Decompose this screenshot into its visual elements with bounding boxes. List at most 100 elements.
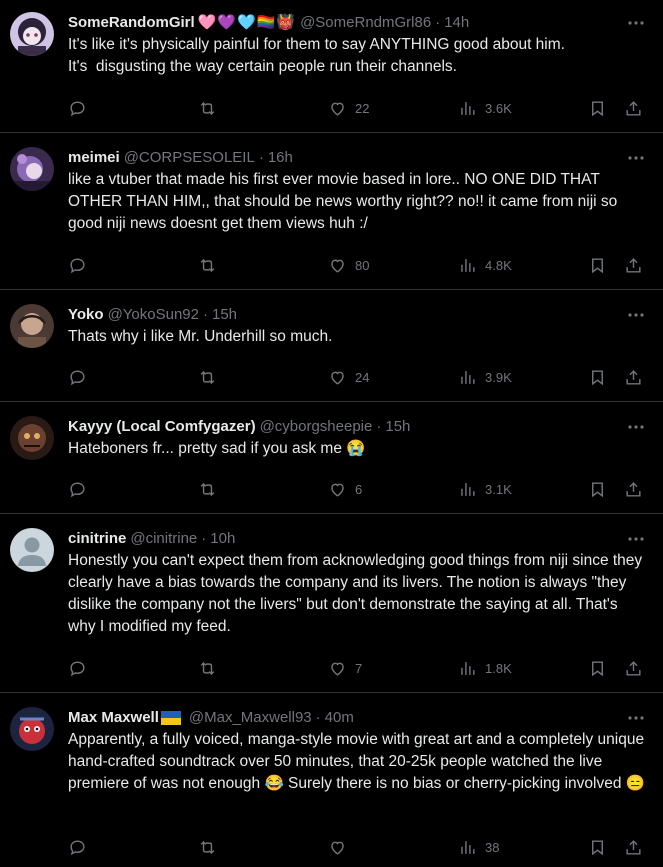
views-count: 3.6K	[485, 100, 512, 116]
retweet-button[interactable]	[198, 253, 225, 277]
like-button[interactable]: 24	[328, 365, 369, 389]
bookmark-icon	[592, 839, 603, 855]
more-icon[interactable]	[625, 708, 647, 728]
user-handle[interactable]: @cyborgsheepie	[260, 417, 373, 437]
like-button[interactable]: 80	[328, 253, 369, 277]
tweet-text: like a vtuber that made his first ever m…	[68, 171, 622, 232]
heart-icon	[331, 483, 344, 497]
action-bar: 22 3.6K	[68, 96, 647, 120]
reply-button[interactable]	[68, 656, 95, 680]
bookmark-icon	[592, 481, 603, 497]
share-button[interactable]	[624, 656, 643, 680]
retweet-icon	[200, 101, 215, 115]
views-count: 3.9K	[485, 369, 512, 385]
share-icon	[626, 257, 641, 273]
user-handle[interactable]: @SomeRndmGrl86	[300, 13, 431, 33]
display-name[interactable]: Max Maxwell	[68, 708, 159, 728]
views-button[interactable]: 1.8K	[458, 656, 512, 680]
timestamp[interactable]: 15h	[385, 417, 410, 437]
bookmark-button[interactable]	[588, 365, 607, 389]
tweet-text: Thats why i like Mr. Underhill so much.	[68, 328, 333, 345]
avatar[interactable]	[10, 147, 54, 191]
share-button[interactable]	[624, 96, 643, 120]
display-name[interactable]: SomeRandomGirl	[68, 13, 195, 33]
tweet-header: cinitrine @cinitrine · 10h	[68, 529, 647, 549]
reply-icon	[70, 660, 85, 676]
heart-icon	[331, 259, 344, 273]
heart-icon	[331, 841, 344, 855]
separator-dot: ·	[258, 149, 264, 166]
action-bar: 6 3.1K	[68, 477, 647, 501]
more-icon[interactable]	[625, 148, 647, 168]
bookmark-button[interactable]	[588, 253, 607, 277]
heart-icon	[331, 102, 344, 116]
reply-button[interactable]	[68, 835, 95, 859]
user-handle[interactable]: @cinitrine	[130, 529, 197, 549]
tweet[interactable]: cinitrine @cinitrine · 10h Honestly you …	[0, 514, 663, 693]
views-button[interactable]: 38	[458, 835, 499, 859]
views-button[interactable]: 3.1K	[458, 477, 512, 501]
tweet[interactable]: meimei @CORPSESOLEIL · 16h like a vtuber…	[0, 133, 663, 290]
timestamp[interactable]: 16h	[268, 148, 293, 168]
avatar[interactable]	[10, 416, 54, 460]
reply-button[interactable]	[68, 96, 95, 120]
display-name[interactable]: Yoko	[68, 305, 104, 325]
avatar[interactable]	[10, 12, 54, 56]
timestamp[interactable]: 14h	[444, 13, 469, 33]
tweet-text: Apparently, a fully voiced, manga-style …	[68, 731, 649, 792]
reply-button[interactable]	[68, 477, 95, 501]
like-button[interactable]: 6	[328, 477, 362, 501]
views-icon	[461, 101, 475, 115]
bookmark-button[interactable]	[588, 835, 607, 859]
retweet-button[interactable]	[198, 365, 225, 389]
more-icon[interactable]	[625, 417, 647, 437]
views-button[interactable]: 4.8K	[458, 253, 512, 277]
like-button[interactable]: 22	[328, 96, 369, 120]
like-button[interactable]	[328, 835, 355, 859]
tweet[interactable]: SomeRandomGirl 🩷💜🩵🏳️‍🌈👹 @SomeRndmGrl86 ·…	[0, 0, 663, 133]
avatar[interactable]	[10, 528, 54, 572]
tweet[interactable]: Yoko @YokoSun92 · 15h Thats why i like M…	[0, 290, 663, 402]
views-button[interactable]: 3.9K	[458, 365, 512, 389]
user-handle[interactable]: @Max_Maxwell93	[189, 708, 312, 728]
tweet[interactable]: Kayyy (Local Comfygazer) @cyborgsheepie …	[0, 402, 663, 514]
display-name[interactable]: meimei	[68, 148, 120, 168]
retweet-button[interactable]	[198, 835, 225, 859]
display-name[interactable]: Kayyy (Local Comfygazer)	[68, 417, 256, 437]
views-icon	[461, 840, 475, 854]
timestamp[interactable]: 15h	[212, 305, 237, 325]
separator-dot: ·	[435, 14, 441, 31]
tweet-text: Honestly you can't expect them from ackn…	[68, 552, 647, 635]
timestamp[interactable]: 40m	[325, 708, 354, 728]
user-handle[interactable]: @CORPSESOLEIL	[124, 148, 255, 168]
timestamp[interactable]: 10h	[210, 529, 235, 549]
more-icon[interactable]	[625, 305, 647, 325]
share-button[interactable]	[624, 253, 643, 277]
tweet-header: meimei @CORPSESOLEIL · 16h	[68, 148, 647, 168]
retweet-button[interactable]	[198, 477, 225, 501]
action-bar: 24 3.9K	[68, 365, 647, 389]
share-button[interactable]	[624, 365, 643, 389]
retweet-button[interactable]	[198, 656, 225, 680]
share-button[interactable]	[624, 835, 643, 859]
avatar[interactable]	[10, 707, 54, 751]
more-icon[interactable]	[625, 13, 647, 33]
reply-button[interactable]	[68, 365, 95, 389]
like-count: 6	[355, 481, 363, 497]
views-button[interactable]: 3.6K	[458, 96, 512, 120]
bookmark-button[interactable]	[588, 96, 607, 120]
heart-icon	[331, 662, 344, 676]
bookmark-button[interactable]	[588, 477, 607, 501]
bookmark-button[interactable]	[588, 656, 607, 680]
retweet-button[interactable]	[198, 96, 225, 120]
tweet-header: SomeRandomGirl 🩷💜🩵🏳️‍🌈👹 @SomeRndmGrl86 ·…	[68, 13, 647, 33]
display-name[interactable]: cinitrine	[68, 529, 126, 549]
share-button[interactable]	[624, 477, 643, 501]
user-handle[interactable]: @YokoSun92	[108, 305, 199, 325]
reply-button[interactable]	[68, 253, 95, 277]
tweet[interactable]: Max Maxwell @Max_Maxwell93 · 40m Apparen…	[0, 693, 663, 867]
more-icon[interactable]	[625, 529, 647, 549]
avatar[interactable]	[10, 304, 54, 348]
tweet-header: Max Maxwell @Max_Maxwell93 · 40m	[68, 708, 647, 728]
like-button[interactable]: 7	[328, 656, 362, 680]
